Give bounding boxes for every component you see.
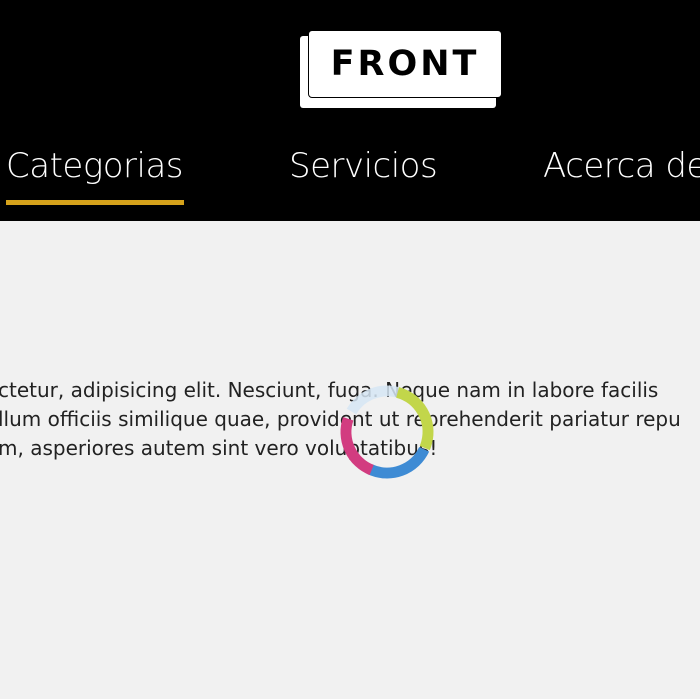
logo[interactable]: FRONT [300, 30, 504, 108]
logo-text: FRONT [330, 44, 480, 84]
nav-active-underline [6, 200, 184, 205]
nav-item-servicios[interactable]: Servicios [289, 146, 438, 186]
logo-box: FRONT [308, 30, 502, 98]
loading-spinner-icon [340, 385, 434, 479]
nav-item-acerca-de[interactable]: Acerca de [543, 146, 700, 186]
site-header: FRONT Categorias Servicios Acerca de [0, 0, 700, 221]
nav-item-categorias[interactable]: Categorias [6, 146, 184, 186]
